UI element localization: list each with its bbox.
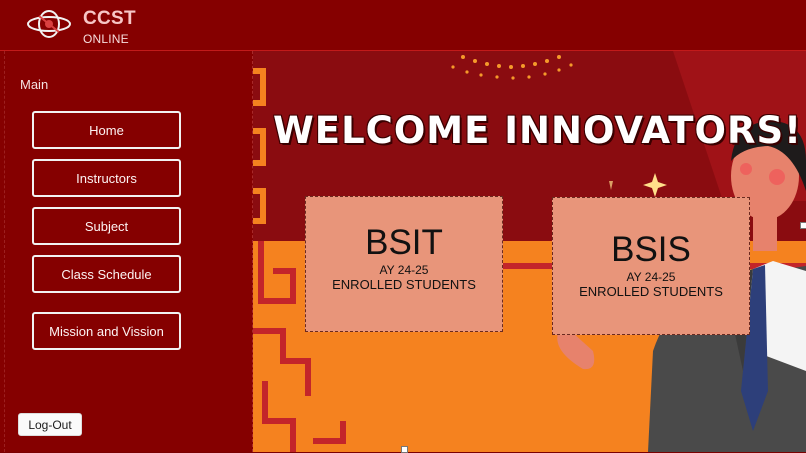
subject-button[interactable]: Subject (32, 207, 181, 245)
sidebar: Main Home Instructors Subject Class Sche… (0, 51, 253, 452)
logout-button[interactable]: Log-Out (18, 413, 82, 436)
card-title: BSIT (365, 223, 443, 262)
mission-vission-button[interactable]: Mission and Vission (32, 312, 181, 350)
instructors-button[interactable]: Instructors (32, 159, 181, 197)
card-title: BSIS (611, 230, 691, 269)
resize-handle-right[interactable] (800, 222, 806, 229)
bsis-card[interactable]: BSIS AY 24-25 ENROLLED STUDENTS (552, 197, 750, 335)
card-caption: ENROLLED STUDENTS (579, 284, 723, 299)
brand-title: CCST (83, 8, 136, 29)
card-year: AY 24-25 (626, 270, 676, 284)
app-header: CCST ONLINE (0, 0, 806, 51)
card-year: AY 24-25 (379, 263, 429, 277)
bsit-card[interactable]: BSIT AY 24-25 ENROLLED STUDENTS (305, 196, 503, 332)
sidebar-section-label: Main (20, 77, 49, 92)
welcome-heading: WELCOME INNOVATORS! (273, 109, 802, 152)
card-caption: ENROLLED STUDENTS (332, 277, 476, 292)
sidebar-border (4, 51, 6, 452)
welcome-banner: WELCOME INNOVATORS! BSIT AY 24-25 ENROLL… (253, 51, 806, 452)
brand-subtitle: ONLINE (83, 32, 129, 46)
atom-ring-logo-icon (27, 10, 71, 38)
class-schedule-button[interactable]: Class Schedule (32, 255, 181, 293)
home-button[interactable]: Home (32, 111, 181, 149)
